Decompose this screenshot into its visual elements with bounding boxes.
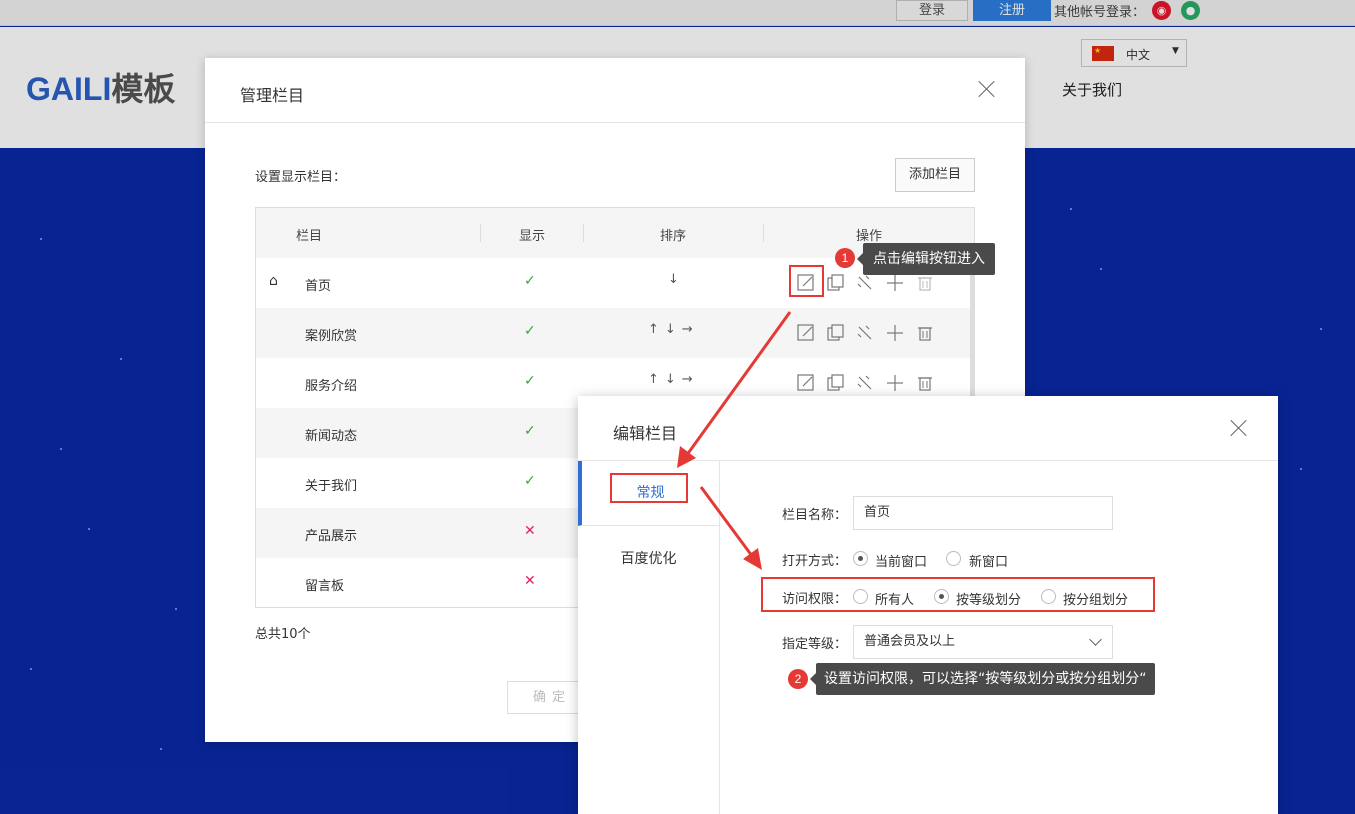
edit-icon[interactable] bbox=[795, 372, 817, 394]
close-icon[interactable] bbox=[976, 78, 998, 100]
edit-sidebar: 常规 百度优化 bbox=[578, 461, 720, 814]
column-name: 新闻动态 bbox=[305, 429, 358, 444]
check-icon: ✓ bbox=[524, 373, 536, 389]
home-icon: ⌂ bbox=[269, 273, 278, 289]
trash-icon[interactable] bbox=[914, 272, 936, 294]
step-tooltip-2: 设置访问权限，可以选择“按等级划分或按分组划分“ bbox=[810, 663, 1155, 695]
column-name: 关于我们 bbox=[305, 479, 358, 494]
open-mode-label: 打开方式： bbox=[782, 554, 848, 569]
open-current-radio[interactable] bbox=[853, 551, 868, 566]
add-icon[interactable] bbox=[884, 372, 906, 394]
column-name-label: 栏目名称： bbox=[782, 508, 848, 523]
add-column-button[interactable]: 添加栏目 bbox=[895, 158, 975, 192]
open-current-label: 当前窗口 bbox=[875, 555, 928, 570]
copy-icon[interactable] bbox=[825, 322, 847, 344]
col-sort-header: 排序 bbox=[660, 229, 687, 244]
col-show-header: 显示 bbox=[519, 229, 546, 244]
column-name: 案例欣赏 bbox=[305, 329, 358, 344]
chevron-down-icon bbox=[1089, 633, 1102, 646]
level-value: 普通会员及以上 bbox=[864, 634, 956, 649]
cross-icon: ✕ bbox=[524, 573, 536, 589]
check-icon: ✓ bbox=[524, 323, 536, 339]
open-new-label: 新窗口 bbox=[969, 555, 1009, 570]
row-actions bbox=[795, 372, 955, 394]
edit-icon[interactable] bbox=[795, 322, 817, 344]
step-badge-2: 2 bbox=[788, 669, 808, 689]
divider bbox=[583, 224, 584, 242]
wand-icon[interactable] bbox=[854, 272, 876, 294]
col-ops-header: 操作 bbox=[856, 229, 883, 244]
add-icon[interactable] bbox=[884, 322, 906, 344]
divider bbox=[205, 122, 1025, 123]
total-count: 总共10个 bbox=[255, 627, 311, 642]
column-name: 产品展示 bbox=[305, 529, 358, 544]
cross-icon: ✕ bbox=[524, 523, 536, 539]
level-select[interactable]: 普通会员及以上 bbox=[853, 625, 1113, 659]
level-label: 指定等级： bbox=[782, 637, 848, 652]
highlight-general-tab bbox=[610, 473, 688, 503]
wand-icon[interactable] bbox=[854, 372, 876, 394]
divider bbox=[763, 224, 764, 242]
col-name-header: 栏目 bbox=[296, 229, 323, 244]
copy-icon[interactable] bbox=[825, 272, 847, 294]
trash-icon[interactable] bbox=[914, 322, 936, 344]
dialog-title: 编辑栏目 bbox=[613, 424, 678, 443]
trash-icon[interactable] bbox=[914, 372, 936, 394]
column-name-input[interactable]: 首页 bbox=[853, 496, 1113, 530]
check-icon: ✓ bbox=[524, 273, 536, 289]
tab-baidu-seo[interactable]: 百度优化 bbox=[578, 527, 719, 592]
step-tooltip-1: 点击编辑按钮进入 bbox=[857, 243, 995, 275]
set-display-label: 设置显示栏目： bbox=[255, 170, 347, 185]
check-icon: ✓ bbox=[524, 473, 536, 489]
highlight-access-row bbox=[761, 577, 1155, 612]
add-icon[interactable] bbox=[884, 272, 906, 294]
dialog-title: 管理栏目 bbox=[240, 86, 305, 105]
close-icon[interactable] bbox=[1228, 417, 1250, 439]
open-new-radio[interactable] bbox=[946, 551, 961, 566]
wand-icon[interactable] bbox=[854, 322, 876, 344]
column-name: 服务介绍 bbox=[305, 379, 358, 394]
step-badge-1: 1 bbox=[835, 248, 855, 268]
row-actions bbox=[795, 322, 955, 344]
check-icon: ✓ bbox=[524, 423, 536, 439]
column-name: 留言板 bbox=[305, 579, 345, 594]
table-row: 案例欣赏 ✓ ↑↓→ bbox=[256, 308, 974, 358]
sort-arrows[interactable]: ↓ bbox=[668, 272, 685, 287]
column-name: 首页 bbox=[305, 279, 332, 294]
sort-arrows[interactable]: ↑↓→ bbox=[648, 322, 699, 337]
sort-arrows[interactable]: ↑↓→ bbox=[648, 372, 699, 387]
highlight-edit-button bbox=[789, 265, 824, 297]
copy-icon[interactable] bbox=[825, 372, 847, 394]
divider bbox=[480, 224, 481, 242]
